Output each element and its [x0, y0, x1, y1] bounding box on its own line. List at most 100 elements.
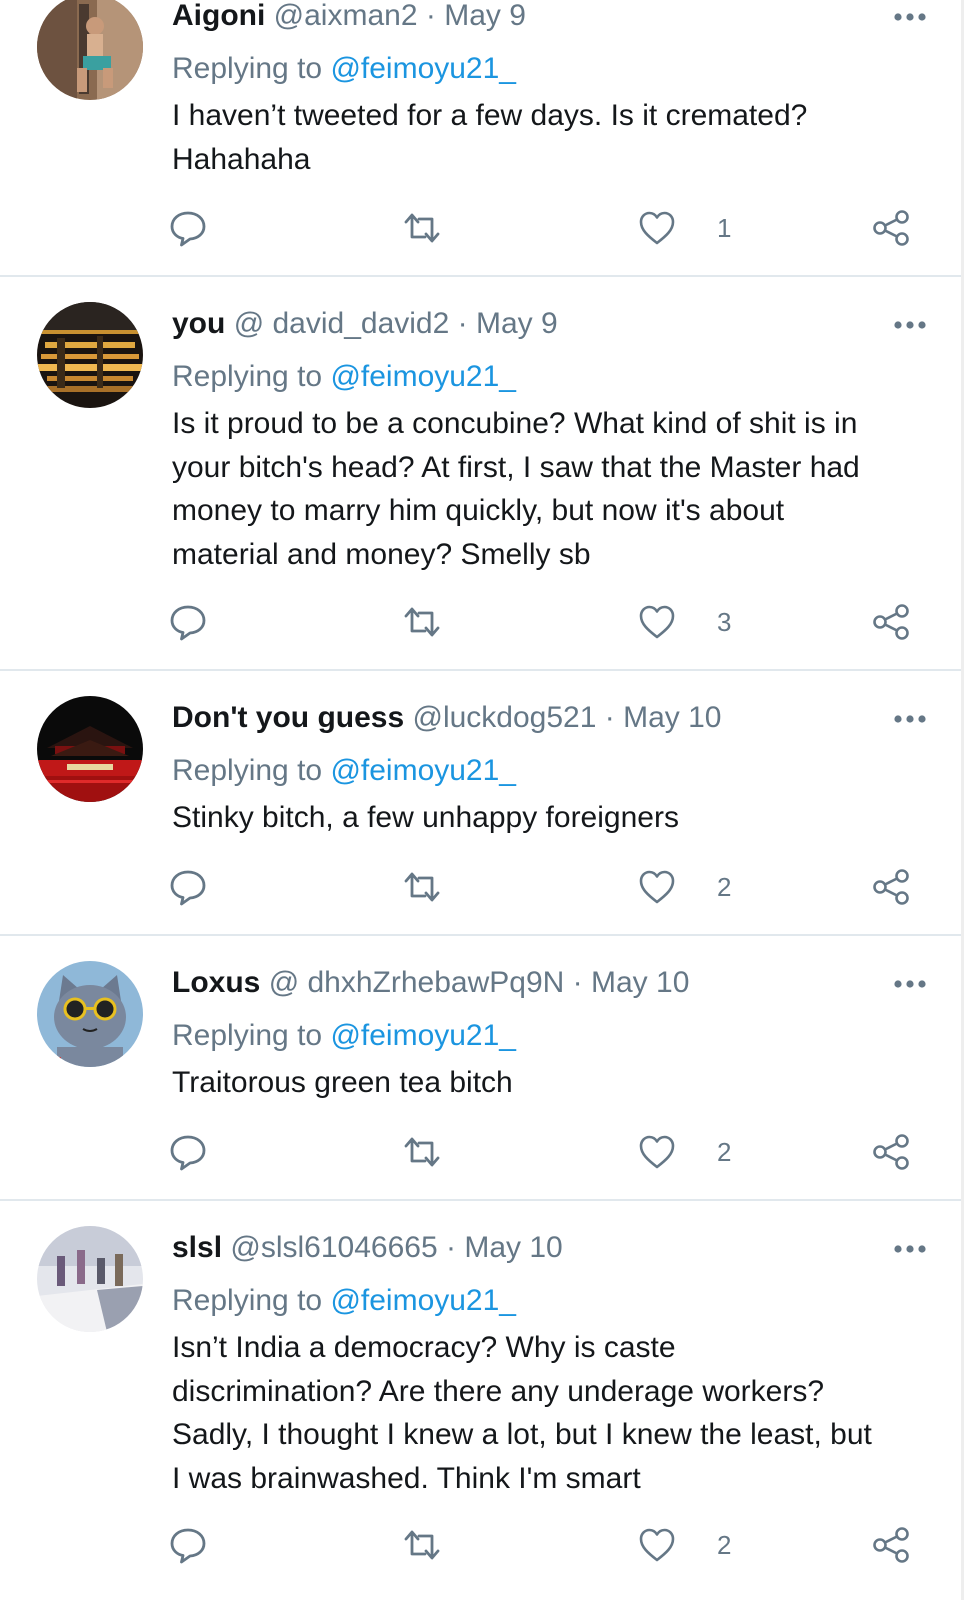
reply-icon: [170, 211, 206, 247]
avatar[interactable]: [37, 302, 143, 408]
replying-to-label: Replying to: [172, 360, 323, 393]
mention-link[interactable]: @feimoyu21_: [330, 1284, 516, 1317]
tweet-header: Loxus @ dhxhZrhebawPq9N · May 10: [172, 965, 689, 1001]
tweet-date[interactable]: May 9: [476, 307, 558, 340]
tweet-date[interactable]: May 10: [623, 701, 721, 734]
user-handle[interactable]: @slsl61046665: [230, 1231, 437, 1264]
tweet[interactable]: you @ david_david2 · May 9 Replying to @…: [0, 277, 964, 669]
mention-link[interactable]: @feimoyu21_: [330, 1019, 516, 1052]
avatar[interactable]: [37, 0, 143, 100]
retweet-button[interactable]: [402, 1525, 442, 1565]
cartoon-cat-sunglasses-avatar: [37, 961, 143, 1067]
reply-button[interactable]: [168, 1525, 208, 1565]
more-options-icon[interactable]: [893, 979, 927, 989]
separator-dot: ·: [572, 966, 583, 999]
replying-to: Replying to @feimoyu21_: [172, 753, 516, 789]
retweet-button[interactable]: [402, 867, 442, 907]
tweet-header: Aigoni @aixman2 · May 9: [172, 0, 526, 34]
share-button[interactable]: [871, 602, 911, 642]
more-options-icon[interactable]: [893, 12, 927, 22]
tweet[interactable]: Aigoni @aixman2 · May 9 Replying to @fei…: [0, 0, 964, 275]
red-gate-building-avatar: [37, 696, 143, 802]
tweet-text-line: I was brainwashed. Think I'm smart: [172, 1461, 641, 1495]
retweet-button[interactable]: [402, 208, 442, 248]
mention-link[interactable]: @feimoyu21_: [330, 754, 516, 787]
avatar[interactable]: [37, 961, 143, 1067]
like-count: 2: [717, 1137, 732, 1167]
retweet-button[interactable]: [402, 1132, 442, 1172]
reply-button[interactable]: [168, 208, 208, 248]
tweet-header: you @ david_david2 · May 9: [172, 306, 558, 342]
like-count: 2: [717, 1530, 732, 1560]
avatar[interactable]: [37, 1226, 143, 1332]
tweet-text: Is it proud to be a concubine? What kind…: [172, 402, 932, 576]
display-name[interactable]: Aigoni: [172, 0, 265, 32]
share-icon: [873, 1134, 909, 1170]
user-handle[interactable]: @luckdog521: [413, 701, 597, 734]
reply-icon: [170, 605, 206, 641]
more-options-icon[interactable]: [893, 320, 927, 330]
replying-to-label: Replying to: [172, 52, 323, 85]
tweet[interactable]: slsl @slsl61046665 · May 10 Replying to …: [0, 1201, 964, 1600]
tweet-text-line: your bitch's head? At first, I saw that …: [172, 450, 860, 484]
share-button[interactable]: [871, 208, 911, 248]
person-sitting-photo-avatar: [37, 0, 143, 100]
heart-icon: [639, 1135, 675, 1169]
tweet-date[interactable]: May 10: [464, 1231, 562, 1264]
share-button[interactable]: [871, 1132, 911, 1172]
display-name[interactable]: Don't you guess: [172, 701, 404, 734]
reply-button[interactable]: [168, 602, 208, 642]
like-button[interactable]: [637, 602, 677, 642]
share-button[interactable]: [871, 1525, 911, 1565]
tweet-text: Traitorous green tea bitch: [172, 1061, 932, 1105]
share-icon: [873, 210, 909, 246]
replying-to: Replying to @feimoyu21_: [172, 1283, 516, 1319]
tweet[interactable]: Don't you guess @luckdog521 · May 10 Rep…: [0, 671, 964, 934]
retweet-icon: [404, 213, 440, 243]
avatar[interactable]: [37, 696, 143, 802]
display-name[interactable]: Loxus: [172, 966, 260, 999]
retweet-button[interactable]: [402, 602, 442, 642]
tweet-date[interactable]: May 9: [444, 0, 526, 32]
reply-button[interactable]: [168, 1132, 208, 1172]
tweet-text-line: material and money? Smelly sb: [172, 537, 591, 571]
tweet-date[interactable]: May 10: [591, 966, 689, 999]
reply-feed: Aigoni @aixman2 · May 9 Replying to @fei…: [0, 0, 964, 1600]
more-options-icon[interactable]: [893, 1244, 927, 1254]
separator-dot: ·: [446, 1231, 456, 1264]
tweet[interactable]: Loxus @ dhxhZrhebawPq9N · May 10 Replyin…: [0, 936, 964, 1199]
tweet-header: Don't you guess @luckdog521 · May 10: [172, 700, 722, 736]
heart-icon: [639, 211, 675, 245]
user-handle[interactable]: @aixman2: [274, 0, 418, 32]
like-button[interactable]: [637, 1132, 677, 1172]
retweet-icon: [404, 607, 440, 637]
tweet-text-line: Stinky bitch, a few unhappy foreigners: [172, 801, 679, 834]
separator-dot: ·: [604, 701, 615, 734]
like-count: 2: [717, 872, 732, 902]
heart-icon: [639, 870, 675, 904]
reply-icon: [170, 1135, 206, 1171]
like-count: 1: [717, 213, 732, 243]
user-handle[interactable]: @ dhxhZrhebawPq9N: [269, 966, 565, 999]
reply-icon: [170, 870, 206, 906]
mention-link[interactable]: @feimoyu21_: [330, 52, 516, 85]
reply-button[interactable]: [168, 867, 208, 907]
tweet-text: Isn’t India a democracy? Why is caste di…: [172, 1326, 932, 1500]
separator-dot: ·: [425, 0, 436, 32]
tweet-text-line: money to marry him quickly, but now it's…: [172, 494, 785, 527]
like-button[interactable]: [637, 867, 677, 907]
tweet-text-line: Traitorous green tea bitch: [172, 1066, 513, 1099]
share-icon: [873, 869, 909, 905]
display-name[interactable]: you: [172, 307, 225, 340]
like-button[interactable]: [637, 1525, 677, 1565]
share-button[interactable]: [871, 867, 911, 907]
user-handle[interactable]: @ david_david2: [234, 307, 450, 340]
like-button[interactable]: [637, 208, 677, 248]
tweet-text: I haven’t tweeted for a few days. Is it …: [172, 94, 932, 181]
replying-to: Replying to @feimoyu21_: [172, 359, 516, 395]
display-name[interactable]: slsl: [172, 1231, 222, 1264]
mention-link[interactable]: @feimoyu21_: [330, 360, 516, 393]
tweet-text: Stinky bitch, a few unhappy foreigners: [172, 796, 932, 840]
more-options-icon[interactable]: [893, 714, 927, 724]
retweet-icon: [404, 872, 440, 902]
